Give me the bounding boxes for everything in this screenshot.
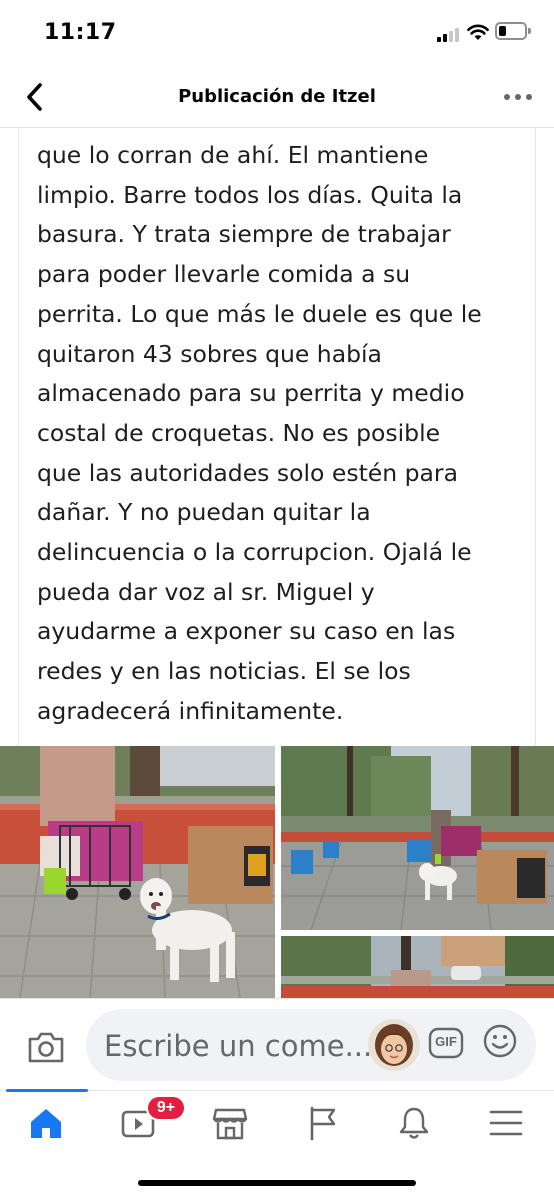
more-dots-icon[interactable] — [502, 90, 534, 104]
tab-notifications[interactable] — [368, 1091, 460, 1161]
status-bar: 11:17 — [0, 0, 554, 66]
menu-icon — [489, 1110, 523, 1136]
post-photo-1[interactable] — [0, 746, 275, 998]
status-time: 11:17 — [44, 20, 117, 45]
post-text-line: delincuencia o la corrupcion. Ojalá le — [37, 538, 472, 567]
post-card: que lo corran de ahí. El mantiene limpio… — [18, 128, 536, 746]
page-title: Publicación de Itzel — [178, 86, 376, 107]
flag-icon — [310, 1106, 336, 1141]
post-text-line: costal de croquetas. No es posible — [37, 418, 441, 447]
post-text-line: agradecerá infinitamente. — [37, 696, 344, 725]
tab-marketplace[interactable] — [184, 1091, 276, 1161]
notification-badge: 9+ — [146, 1095, 186, 1121]
gif-label: GIF — [435, 1034, 457, 1049]
home-icon — [31, 1109, 61, 1138]
emoji-icon[interactable] — [482, 1023, 518, 1059]
post-text-line: ayudarme a exponer su caso en las — [37, 617, 456, 646]
post-text-line: limpio. Barre todos los días. Quita la — [37, 180, 463, 209]
camera-icon[interactable] — [26, 1029, 66, 1065]
store-icon — [212, 1108, 248, 1140]
post-photo-2[interactable] — [281, 746, 554, 930]
post-text-line: basura. Y trata siempre de trabajar — [37, 220, 451, 249]
post-body-text: que lo corran de ahí. El mantiene limpio… — [37, 136, 521, 732]
tab-pages[interactable] — [276, 1091, 368, 1161]
active-tab-indicator — [6, 1089, 88, 1092]
comment-composer: Escribe un come... GIF — [0, 998, 554, 1090]
post-text-line: que lo corran de ahí. El mantiene — [37, 141, 429, 169]
post-text-line: redes y en las noticias. El se los — [37, 657, 411, 686]
post-text-line: para poder llevarle comida a su — [37, 260, 411, 289]
post-photo-3[interactable] — [281, 936, 554, 998]
tab-menu[interactable] — [460, 1091, 552, 1161]
home-indicator — [138, 1180, 416, 1186]
wifi-icon — [467, 24, 489, 40]
battery-icon — [495, 22, 531, 40]
post-text-line: dañar. Y no puedan quitar la — [37, 498, 371, 527]
post-header: Publicación de Itzel — [0, 66, 554, 128]
tab-home[interactable] — [0, 1089, 92, 1161]
tab-watch[interactable]: 9+ — [92, 1091, 186, 1161]
post-text-line: quitaron 43 sobres que había — [37, 339, 382, 368]
post-photo-grid — [0, 746, 554, 998]
gif-icon[interactable]: GIF — [428, 1025, 464, 1061]
avatar[interactable] — [368, 1019, 420, 1071]
post-text-line: almacenado para su perrita y medio — [37, 379, 465, 408]
post-text-line: perrita. Lo que más le duele es que le — [37, 299, 482, 328]
comment-placeholder: Escribe un come... — [104, 1029, 373, 1063]
comment-input[interactable]: Escribe un come... GIF — [86, 1009, 536, 1081]
post-text-line: que las autoridades solo estén para — [37, 458, 458, 487]
bell-icon — [399, 1107, 429, 1139]
post-text-line: pueda dar voz al sr. Miguel y — [37, 577, 375, 606]
cellular-signal-icon — [437, 28, 463, 42]
